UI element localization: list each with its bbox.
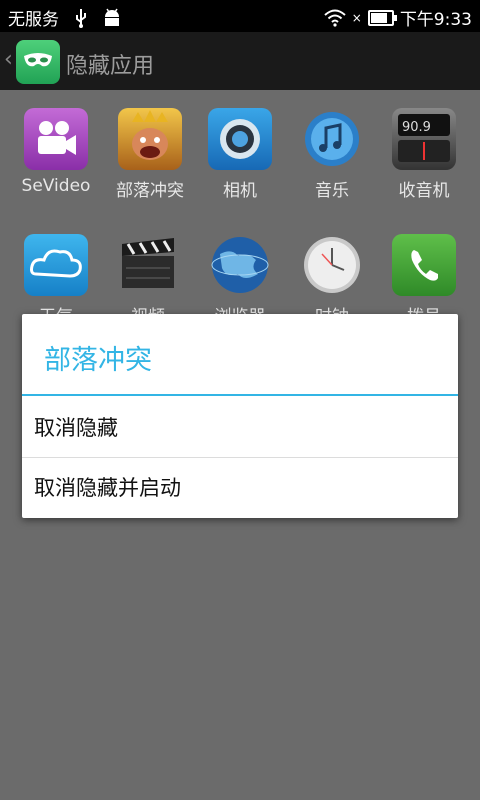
- action-bar: ‹ 隐藏应用: [0, 32, 480, 90]
- svg-text:90.9: 90.9: [402, 120, 431, 135]
- usb-icon: [76, 8, 86, 28]
- unhide-option-label: 取消隐藏: [34, 416, 118, 440]
- unhide-option[interactable]: 取消隐藏: [22, 398, 458, 458]
- mask-icon[interactable]: [16, 40, 60, 84]
- clash-of-clans-icon: [118, 108, 182, 170]
- globe-icon: [208, 234, 272, 296]
- back-chevron-icon[interactable]: ‹: [4, 47, 13, 72]
- dialog-title-divider: [22, 394, 458, 396]
- cloud-icon: [24, 234, 88, 296]
- page-title: 隐藏应用: [66, 54, 155, 79]
- video-camera-icon: [24, 108, 88, 170]
- android-icon: [105, 8, 119, 26]
- unhide-and-launch-option-label: 取消隐藏并启动: [34, 476, 181, 500]
- camera-icon: [208, 108, 272, 170]
- app-label: 音乐: [315, 181, 349, 201]
- clock-text: 下午9:33: [399, 10, 472, 30]
- app-label: 部落冲突: [116, 181, 184, 201]
- no-signal-icon: ×: [351, 10, 362, 25]
- carrier-text: 无服务: [8, 10, 59, 30]
- dialog-title: 部落冲突: [44, 345, 152, 376]
- app-item-clash[interactable]: 部落冲突: [102, 108, 198, 201]
- battery-icon: [367, 9, 397, 26]
- app-label: 收音机: [398, 181, 450, 201]
- context-dialog: 部落冲突 取消隐藏 取消隐藏并启动: [22, 314, 458, 518]
- app-item-sevideo[interactable]: SeVideo: [8, 108, 104, 196]
- app-item-radio[interactable]: 90.9 收音机: [376, 108, 472, 201]
- status-bar: 无服务 × 下午9:33: [0, 0, 480, 32]
- app-label: SeVideo: [21, 176, 91, 196]
- wifi-icon: [324, 9, 346, 27]
- unhide-and-launch-option[interactable]: 取消隐藏并启动: [22, 458, 458, 518]
- radio-icon: 90.9: [392, 108, 456, 170]
- app-item-camera[interactable]: 相机: [192, 108, 288, 201]
- app-item-music[interactable]: 音乐: [284, 108, 380, 201]
- clock-icon: [300, 234, 364, 296]
- music-note-icon: [300, 108, 364, 170]
- phone-icon: [392, 234, 456, 296]
- app-label: 相机: [223, 181, 257, 201]
- clapperboard-icon: [116, 234, 180, 296]
